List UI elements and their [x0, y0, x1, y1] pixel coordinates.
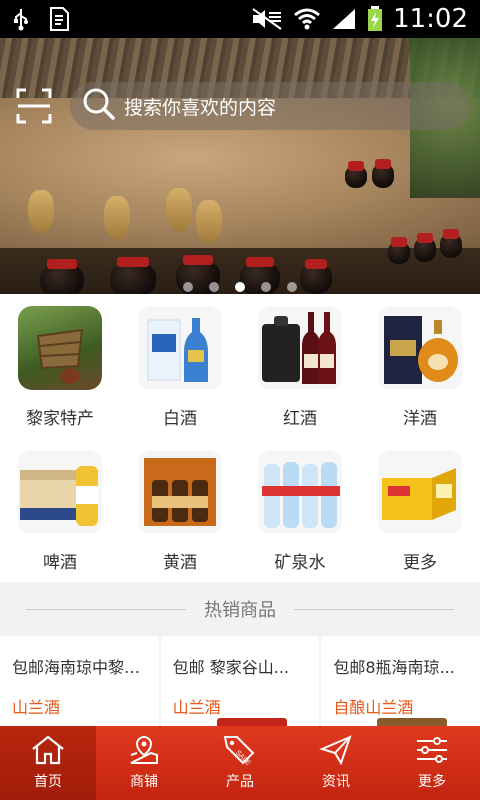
category-label: 黄酒 [163, 553, 197, 573]
wine-jar [388, 237, 410, 264]
sim-card-icon [48, 6, 70, 32]
status-bar: 11:02 [0, 0, 480, 38]
product-card[interactable]: 包邮8瓶海南琼... 自酿山兰酒 [321, 636, 480, 726]
carousel-dot[interactable] [261, 282, 271, 292]
tab-label: 商铺 [130, 774, 158, 790]
yellow-wine-image [138, 450, 222, 534]
battery-charging-icon [367, 6, 383, 32]
wine-jar [372, 159, 394, 188]
category-red-wine[interactable]: 红酒 [240, 294, 360, 438]
carousel-indicator [0, 282, 480, 292]
product-name: 包邮8瓶海南琼... [333, 658, 455, 677]
tab-products[interactable]: SALE 产品 [192, 726, 288, 800]
category-label: 矿泉水 [274, 553, 326, 573]
divider [26, 608, 186, 610]
product-subtitle: 自酿山兰酒 [333, 698, 414, 717]
tab-label: 资讯 [322, 774, 350, 790]
category-grid: 黎家特产 白酒 红酒 洋酒 啤酒 黄酒 矿泉水 更多 [0, 294, 480, 582]
hot-section-header: 热销商品 [0, 582, 480, 636]
tab-label: 首页 [34, 774, 62, 790]
tab-label: 更多 [418, 774, 446, 790]
carousel-dot-active[interactable] [235, 282, 245, 292]
carousel-dot[interactable] [287, 282, 297, 292]
category-label: 啤酒 [43, 553, 77, 573]
wine-jar [414, 233, 436, 262]
category-more[interactable]: 更多 [360, 438, 480, 582]
mute-icon [251, 7, 283, 31]
search-icon [82, 87, 116, 125]
search-input[interactable]: 搜索你喜欢的内容 [70, 82, 470, 130]
carousel-dot[interactable] [209, 282, 219, 292]
corn-bundle [104, 196, 130, 240]
product-name: 包邮 黎家谷山... [172, 658, 290, 677]
red-wine-image [258, 306, 342, 390]
divider [294, 608, 454, 610]
product-name: 包邮海南琼中黎家自... [12, 658, 159, 677]
wine-jar [345, 161, 367, 188]
foreign-liquor-image [378, 306, 462, 390]
category-label: 洋酒 [403, 409, 437, 429]
beer-image [18, 450, 102, 534]
shop-map-icon [130, 735, 158, 764]
scan-icon [16, 88, 52, 124]
bottom-tab-bar: 首页 商铺 SALE 产品 资讯 更多 [0, 726, 480, 800]
wifi-icon [293, 7, 321, 31]
banner-carousel[interactable]: 搜索你喜欢的内容 [0, 38, 480, 294]
baijiu-bottle-image [138, 306, 222, 390]
corn-bundle [28, 190, 54, 234]
sale-tag-icon: SALE [223, 736, 255, 765]
product-image-peek [377, 718, 448, 726]
mineral-water-image [258, 450, 342, 534]
search-placeholder: 搜索你喜欢的内容 [124, 96, 277, 119]
wine-jar [440, 229, 462, 258]
category-baijiu[interactable]: 白酒 [120, 294, 240, 438]
category-mineral-water[interactable]: 矿泉水 [240, 438, 360, 582]
product-card[interactable]: 包邮海南琼中黎家自... 山兰酒 [0, 636, 159, 726]
category-label: 白酒 [163, 409, 197, 429]
category-label: 更多 [403, 553, 437, 573]
scan-button[interactable] [16, 88, 52, 124]
signal-icon [331, 7, 357, 31]
tab-label: 产品 [226, 774, 254, 790]
category-label: 红酒 [283, 409, 317, 429]
tab-home[interactable]: 首页 [0, 726, 96, 800]
hot-section-title: 热销商品 [204, 600, 276, 621]
carousel-dot[interactable] [183, 282, 193, 292]
sliders-icon [417, 737, 447, 763]
category-label: 黎家特产 [26, 409, 94, 429]
product-subtitle: 山兰酒 [172, 698, 221, 717]
product-card[interactable]: 包邮 黎家谷山... 山兰酒 [160, 636, 320, 726]
tab-shop[interactable]: 商铺 [96, 726, 192, 800]
usb-icon [12, 7, 30, 31]
corn-bundle [196, 200, 222, 244]
category-yellow-wine[interactable]: 黄酒 [120, 438, 240, 582]
tab-news[interactable]: 资讯 [288, 726, 384, 800]
more-image [378, 450, 462, 534]
category-beer[interactable]: 啤酒 [0, 438, 120, 582]
category-lijia-specialty[interactable]: 黎家特产 [0, 294, 120, 438]
product-subtitle: 山兰酒 [12, 698, 61, 717]
lijia-specialty-image [18, 306, 102, 390]
home-icon [32, 735, 64, 765]
category-foreign-liquor[interactable]: 洋酒 [360, 294, 480, 438]
product-image-peek [216, 718, 287, 726]
clock: 11:02 [393, 4, 468, 34]
tab-more[interactable]: 更多 [384, 726, 480, 800]
corn-bundle [166, 188, 192, 232]
product-list: 包邮海南琼中黎家自... 山兰酒 包邮 黎家谷山... 山兰酒 包邮8瓶海南琼.… [0, 636, 480, 726]
paper-plane-icon [319, 735, 352, 765]
